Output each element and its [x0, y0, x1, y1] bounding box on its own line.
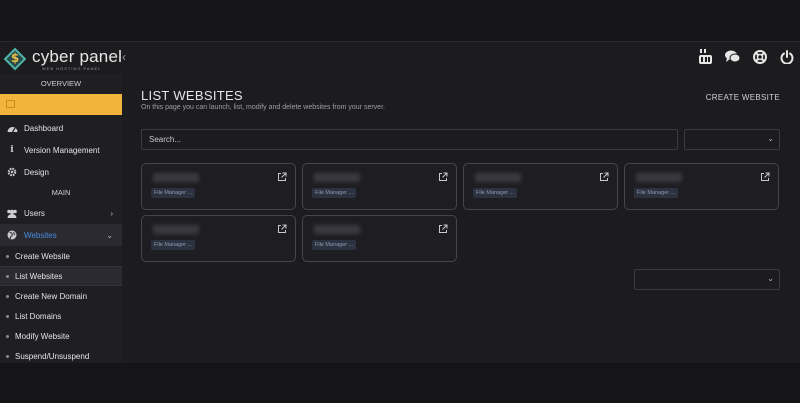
sidebar-item-design[interactable]: Design [0, 161, 122, 183]
bullet-icon [6, 354, 9, 358]
external-link-icon[interactable] [277, 172, 287, 182]
sidebar-subitem-modify-website[interactable]: Modify Website [0, 326, 122, 346]
chevron-down-icon: ⌄ [106, 230, 113, 240]
sidebar-subitem-create-website[interactable]: Create Website [0, 246, 122, 266]
website-domain-redacted [475, 173, 521, 182]
website-domain-redacted [636, 173, 682, 182]
bullet-icon [6, 254, 9, 258]
file-manager-tag[interactable]: File Manager ... [634, 188, 679, 198]
filter-select[interactable]: ⌄ [684, 129, 780, 150]
sidebar-collapse-button[interactable]: ‹ [122, 50, 126, 64]
logo-text: cyber panel [32, 46, 123, 66]
file-manager-tag[interactable]: File Manager ... [312, 188, 357, 198]
file-manager-tag[interactable]: File Manager ... [312, 240, 357, 250]
sidebar-subitem-label: Suspend/Unsuspend [15, 351, 90, 361]
external-link-icon[interactable] [599, 172, 609, 182]
sidebar-subitem-label: List Websites [15, 271, 63, 281]
external-link-icon[interactable] [760, 172, 770, 182]
sidebar-subitem-label: Create Website [15, 251, 70, 261]
sidebar-section-overview: OVERVIEW [40, 79, 82, 88]
sidebar-item-label: Websites [24, 230, 57, 240]
sidebar-item-label: Version Management [24, 145, 100, 155]
sidebar-item-label: Dashboard [24, 123, 64, 133]
sidebar-item-label: Users [24, 208, 45, 218]
chevron-down-icon: ⌄ [767, 274, 774, 283]
file-manager-tag[interactable]: File Manager ... [473, 188, 518, 198]
external-link-icon[interactable] [277, 224, 287, 234]
users-icon [6, 209, 18, 218]
create-website-button[interactable]: CREATE WEBSITE [706, 93, 780, 102]
chevron-right-icon: › [110, 208, 113, 218]
sidebar-subitem-suspend-unsuspend[interactable]: Suspend/Unsuspend [0, 346, 122, 363]
sidebar-subitem-list-websites[interactable]: List Websites [0, 266, 122, 286]
website-card[interactable]: File Manager ... [463, 163, 618, 210]
website-domain-redacted [314, 173, 360, 182]
website-domain-redacted [153, 173, 199, 182]
sidebar: OVERVIEW Dashboard i Version Management … [0, 74, 122, 363]
website-card[interactable]: File Manager ... [141, 163, 296, 210]
sidebar-item-active-overview[interactable] [0, 94, 122, 115]
website-card[interactable]: File Manager ... [302, 215, 457, 262]
info-icon: i [10, 145, 14, 155]
bottom-black-strip [0, 363, 800, 403]
gear-icon [6, 167, 18, 177]
website-card[interactable]: File Manager ... [141, 215, 296, 262]
sidebar-item-dashboard[interactable]: Dashboard [0, 117, 122, 139]
logo-subtext: WEB HOSTING PANEL [42, 65, 102, 71]
bullet-icon [6, 294, 9, 298]
main-content: LIST WEBSITES On this page you can launc… [122, 74, 800, 363]
file-manager-tag[interactable]: File Manager ... [151, 240, 196, 250]
sidebar-subitem-label: Modify Website [15, 331, 70, 341]
power-icon[interactable] [779, 49, 794, 64]
sidebar-subitem-list-domains[interactable]: List Domains [0, 306, 122, 326]
bullet-icon [6, 274, 9, 278]
dashboard-icon [6, 124, 18, 133]
external-link-icon[interactable] [438, 224, 448, 234]
website-card[interactable]: File Manager ... [624, 163, 779, 210]
logo-icon: $ [3, 47, 27, 71]
youtube-icon[interactable] [698, 49, 713, 64]
external-link-icon[interactable] [438, 172, 448, 182]
website-card[interactable]: File Manager ... [302, 163, 457, 210]
website-domain-redacted [153, 225, 199, 234]
sidebar-section-main: MAIN [51, 188, 71, 197]
sidebar-subitem-create-new-domain[interactable]: Create New Domain [0, 286, 122, 306]
bullet-icon [6, 334, 9, 338]
sidebar-item-websites[interactable]: Websites ⌄ [0, 224, 122, 246]
monitor-icon [6, 100, 15, 108]
sidebar-subitem-label: List Domains [15, 311, 62, 321]
sidebar-subitem-label: Create New Domain [15, 291, 88, 301]
page-title: LIST WEBSITES [141, 88, 243, 103]
file-manager-tag[interactable]: File Manager ... [151, 188, 196, 198]
pagination-select[interactable]: ⌄ [634, 269, 780, 290]
chat-icon[interactable] [725, 49, 740, 64]
bullet-icon [6, 314, 9, 318]
logo[interactable]: $ cyber panel WEB HOSTING PANEL [3, 46, 123, 72]
search-input[interactable] [141, 129, 678, 150]
sidebar-item-label: Design [24, 167, 49, 177]
chevron-down-icon: ⌄ [767, 134, 774, 143]
sidebar-item-users[interactable]: Users › [0, 202, 122, 224]
page-subtitle: On this page you can launch, list, modif… [141, 104, 385, 111]
top-header: $ cyber panel WEB HOSTING PANEL ‹ [0, 41, 800, 74]
globe-icon [6, 230, 18, 240]
sidebar-item-version-management[interactable]: i Version Management [0, 139, 122, 161]
top-black-strip [0, 0, 800, 41]
website-domain-redacted [314, 225, 360, 234]
support-icon[interactable] [752, 49, 767, 64]
